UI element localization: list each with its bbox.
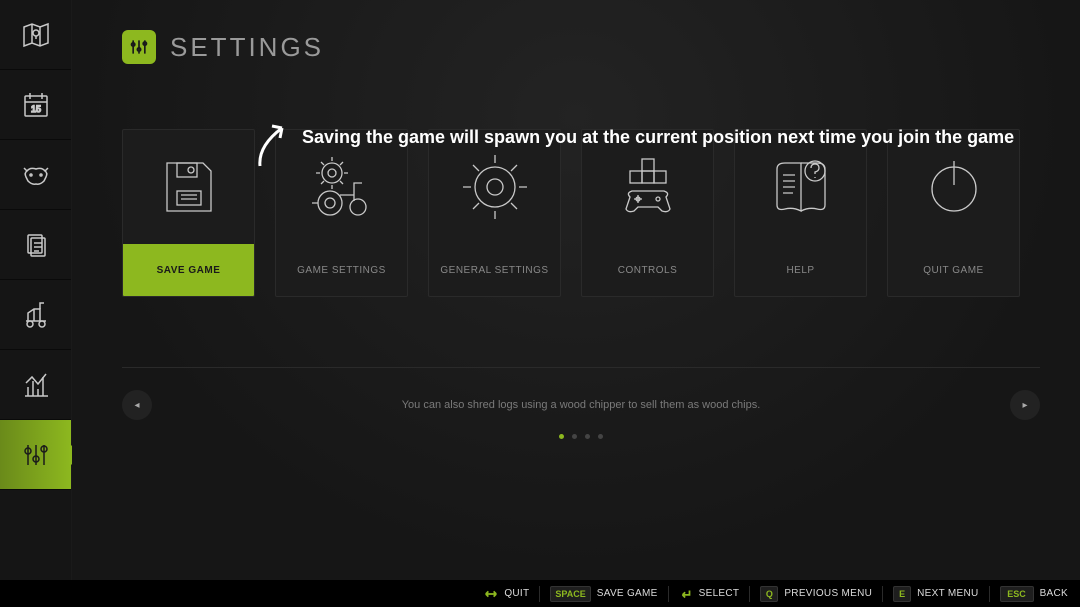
map-icon — [20, 19, 52, 51]
footer-label: PREVIOUS MENU — [784, 588, 872, 599]
tile-label: SAVE GAME — [123, 244, 254, 296]
tile-label: GAME SETTINGS — [276, 244, 407, 296]
footer-label: BACK — [1040, 588, 1068, 599]
hint-text: You can also shred logs using a wood chi… — [402, 399, 761, 411]
header: SETTINGS — [122, 30, 1040, 64]
settings-header-icon — [122, 30, 156, 64]
dot[interactable] — [572, 434, 577, 439]
footer-back[interactable]: ESC BACK — [990, 586, 1068, 602]
hint-next-button[interactable]: ▸ — [1010, 390, 1040, 420]
tile-label: QUIT GAME — [888, 244, 1019, 296]
svg-text:15: 15 — [30, 104, 40, 114]
key-space: SPACE — [550, 586, 590, 602]
hint-prev-button[interactable]: ◂ — [122, 390, 152, 420]
footer-select[interactable]: SELECT — [669, 586, 751, 602]
footer-next-menu[interactable]: E NEXT MENU — [883, 586, 989, 602]
sidebar-item-contracts[interactable] — [0, 210, 71, 280]
hint-row: ◂ You can also shred logs using a wood c… — [122, 390, 1040, 420]
footer-save[interactable]: SPACE SAVE GAME — [540, 586, 668, 602]
footer-label: QUIT — [504, 588, 529, 599]
tooltip-annotation: Saving the game will spawn you at the cu… — [252, 118, 1014, 168]
key-esc: ESC — [1000, 586, 1034, 602]
key-q: Q — [760, 586, 778, 602]
sidebar-item-settings[interactable] — [0, 420, 71, 490]
tile-label: HELP — [735, 244, 866, 296]
sidebar: 15 — [0, 0, 72, 607]
sliders-icon — [20, 439, 52, 471]
dot[interactable] — [585, 434, 590, 439]
footer-quit[interactable]: QUIT — [474, 586, 540, 602]
save-icon — [123, 130, 254, 244]
calendar-icon: 15 — [20, 89, 52, 121]
hint-pagination — [122, 434, 1040, 439]
tile-label: GENERAL SETTINGS — [429, 244, 560, 296]
footer-label: NEXT MENU — [917, 588, 978, 599]
footer-label: SELECT — [699, 588, 740, 599]
sidebar-item-animals[interactable] — [0, 140, 71, 210]
sidebar-item-vehicles[interactable] — [0, 280, 71, 350]
cow-icon — [20, 159, 52, 191]
page-title: SETTINGS — [170, 32, 324, 63]
vehicle-lift-icon — [20, 299, 52, 331]
sidebar-item-stats[interactable] — [0, 350, 71, 420]
enter-icon — [679, 587, 693, 601]
main-panel: SETTINGS Saving the game will spawn you … — [72, 0, 1080, 580]
annotation-text: Saving the game will spawn you at the cu… — [302, 126, 1014, 149]
tile-label: CONTROLS — [582, 244, 713, 296]
key-e: E — [893, 586, 911, 602]
footer-prev-menu[interactable]: Q PREVIOUS MENU — [750, 586, 883, 602]
arrows-icon — [484, 587, 498, 601]
tile-save-game[interactable]: SAVE GAME — [122, 129, 255, 297]
documents-icon — [20, 229, 52, 261]
sidebar-item-calendar[interactable]: 15 — [0, 70, 71, 140]
divider — [122, 367, 1040, 368]
footer-label: SAVE GAME — [597, 588, 658, 599]
footer-hints: QUIT SPACE SAVE GAME SELECT Q PREVIOUS M… — [0, 580, 1080, 607]
sidebar-item-map[interactable] — [0, 0, 71, 70]
dot[interactable] — [559, 434, 564, 439]
chart-icon — [20, 369, 52, 401]
dot[interactable] — [598, 434, 603, 439]
